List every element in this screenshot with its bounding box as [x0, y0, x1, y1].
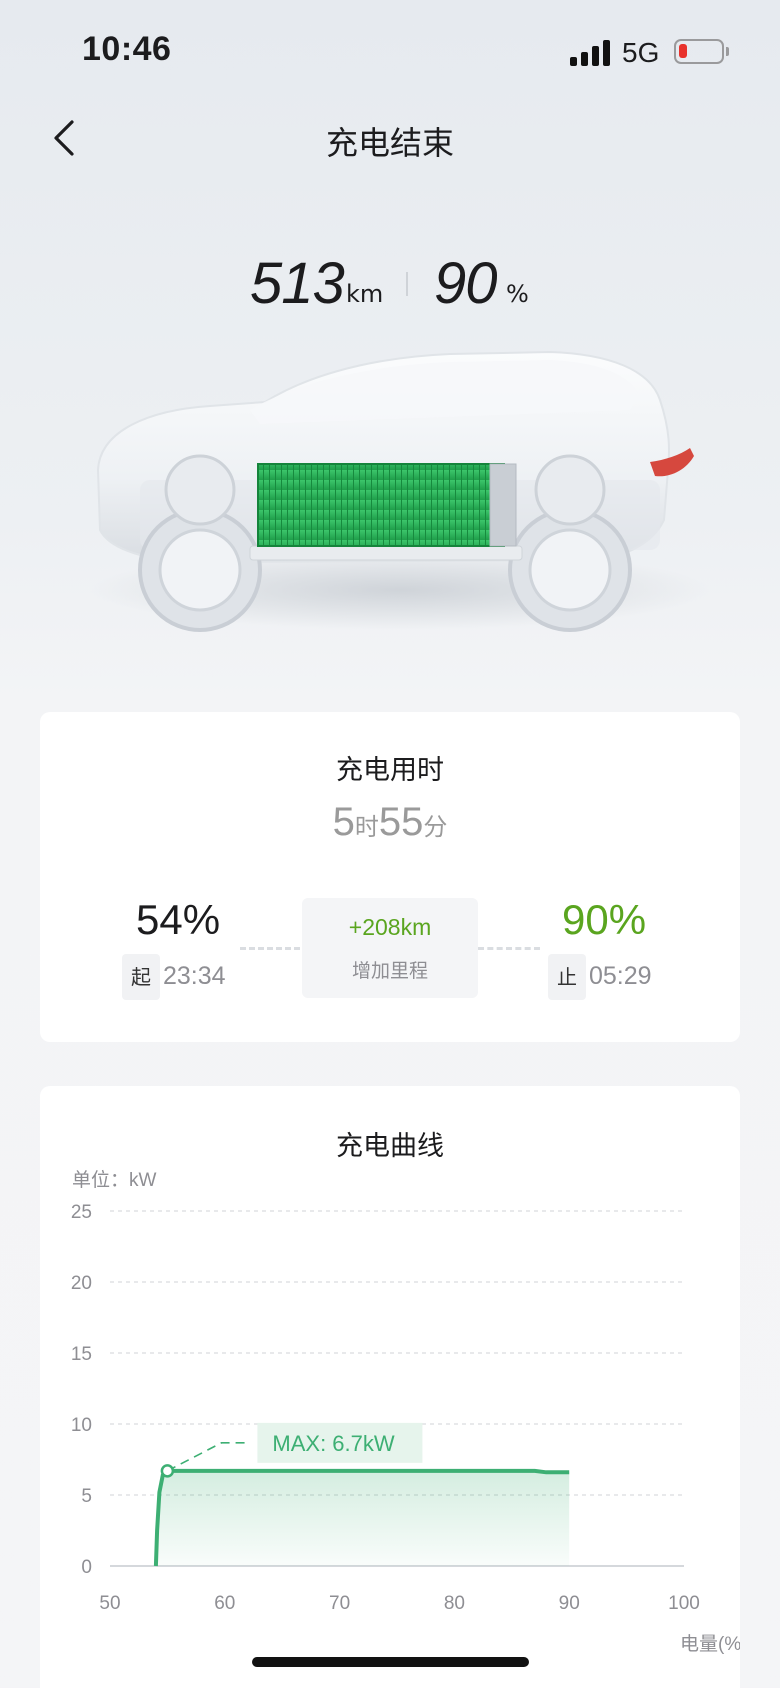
curve-area: [155, 1470, 570, 1566]
range-gain-box: +208km 增加里程: [302, 898, 478, 998]
duration-hours-unit: 时: [354, 813, 379, 841]
duration-hours: 5: [332, 800, 355, 844]
car-battery-illustration: [90, 350, 710, 632]
page-title: 充电结束: [325, 124, 454, 162]
x-tick-label: 90: [559, 1593, 580, 1614]
status-time: 10:46: [82, 30, 172, 68]
y-tick-label: 5: [81, 1486, 92, 1507]
x-tick-label: 50: [99, 1593, 120, 1614]
start-time: 23:34: [163, 962, 226, 990]
range-value: 513: [250, 251, 345, 316]
start-tag: 起: [122, 954, 160, 1000]
battery-tip: [726, 47, 729, 56]
max-point-marker: [160, 1464, 175, 1478]
soc-value: 90: [434, 251, 498, 316]
max-label: MAX: 6.7kW: [272, 1431, 394, 1456]
home-indicator: [252, 1657, 529, 1667]
soc-unit: %: [506, 280, 529, 308]
end-tag: 止: [548, 954, 586, 1000]
start-percentage: 54%: [136, 896, 221, 943]
range-unit: km: [346, 280, 384, 308]
max-leader-line: [167, 1442, 246, 1472]
dashed-connector-right: [478, 947, 540, 950]
charging-time-title: 充电用时: [336, 755, 444, 786]
y-tick-label: 10: [71, 1415, 92, 1436]
network-type: 5G: [622, 37, 660, 68]
signal-icon: [570, 40, 612, 66]
y-tick-label: 25: [71, 1202, 92, 1223]
range-gain-label: 增加里程: [351, 960, 428, 982]
y-tick-label: 15: [71, 1344, 92, 1365]
x-tick-label: 70: [329, 1593, 350, 1614]
x-axis-unit: 电量(%): [680, 1633, 740, 1655]
range-soc-summary: 513 km 90 %: [0, 250, 780, 320]
battery-icon: [674, 39, 724, 64]
y-tick-label: 20: [71, 1273, 92, 1294]
duration-minutes: 55: [378, 800, 424, 844]
charging-duration: 5时55分: [40, 800, 740, 845]
duration-minutes-unit: 分: [423, 813, 448, 841]
charging-curve-card: 充电曲线 单位：kW 25 20 15 10 5 0 50 60 70 80 90 100 MAX:…: [40, 1086, 740, 1688]
charging-time-card: 充电用时 5时55分 54% 起 23:34 +208km 增加里程 90% 止…: [40, 712, 740, 1042]
unit-label: 单位：kW: [72, 1169, 157, 1191]
x-tick-label: 60: [214, 1593, 235, 1614]
stat-divider: [406, 272, 408, 296]
dashed-connector-left: [240, 947, 300, 950]
x-tick-label: 80: [444, 1593, 465, 1614]
status-bar: 10:46 5G: [0, 0, 780, 100]
x-tick-label: 100: [668, 1593, 700, 1614]
end-percentage: 90%: [562, 896, 647, 943]
range-gain-value: +208km: [348, 914, 432, 940]
y-tick-label: 0: [81, 1557, 92, 1578]
charging-curve-chart: 单位：kW 2520151050 50 60 70 80 90 100 MAX: 6.7k…: [71, 1169, 740, 1655]
end-time: 05:29: [589, 962, 652, 990]
